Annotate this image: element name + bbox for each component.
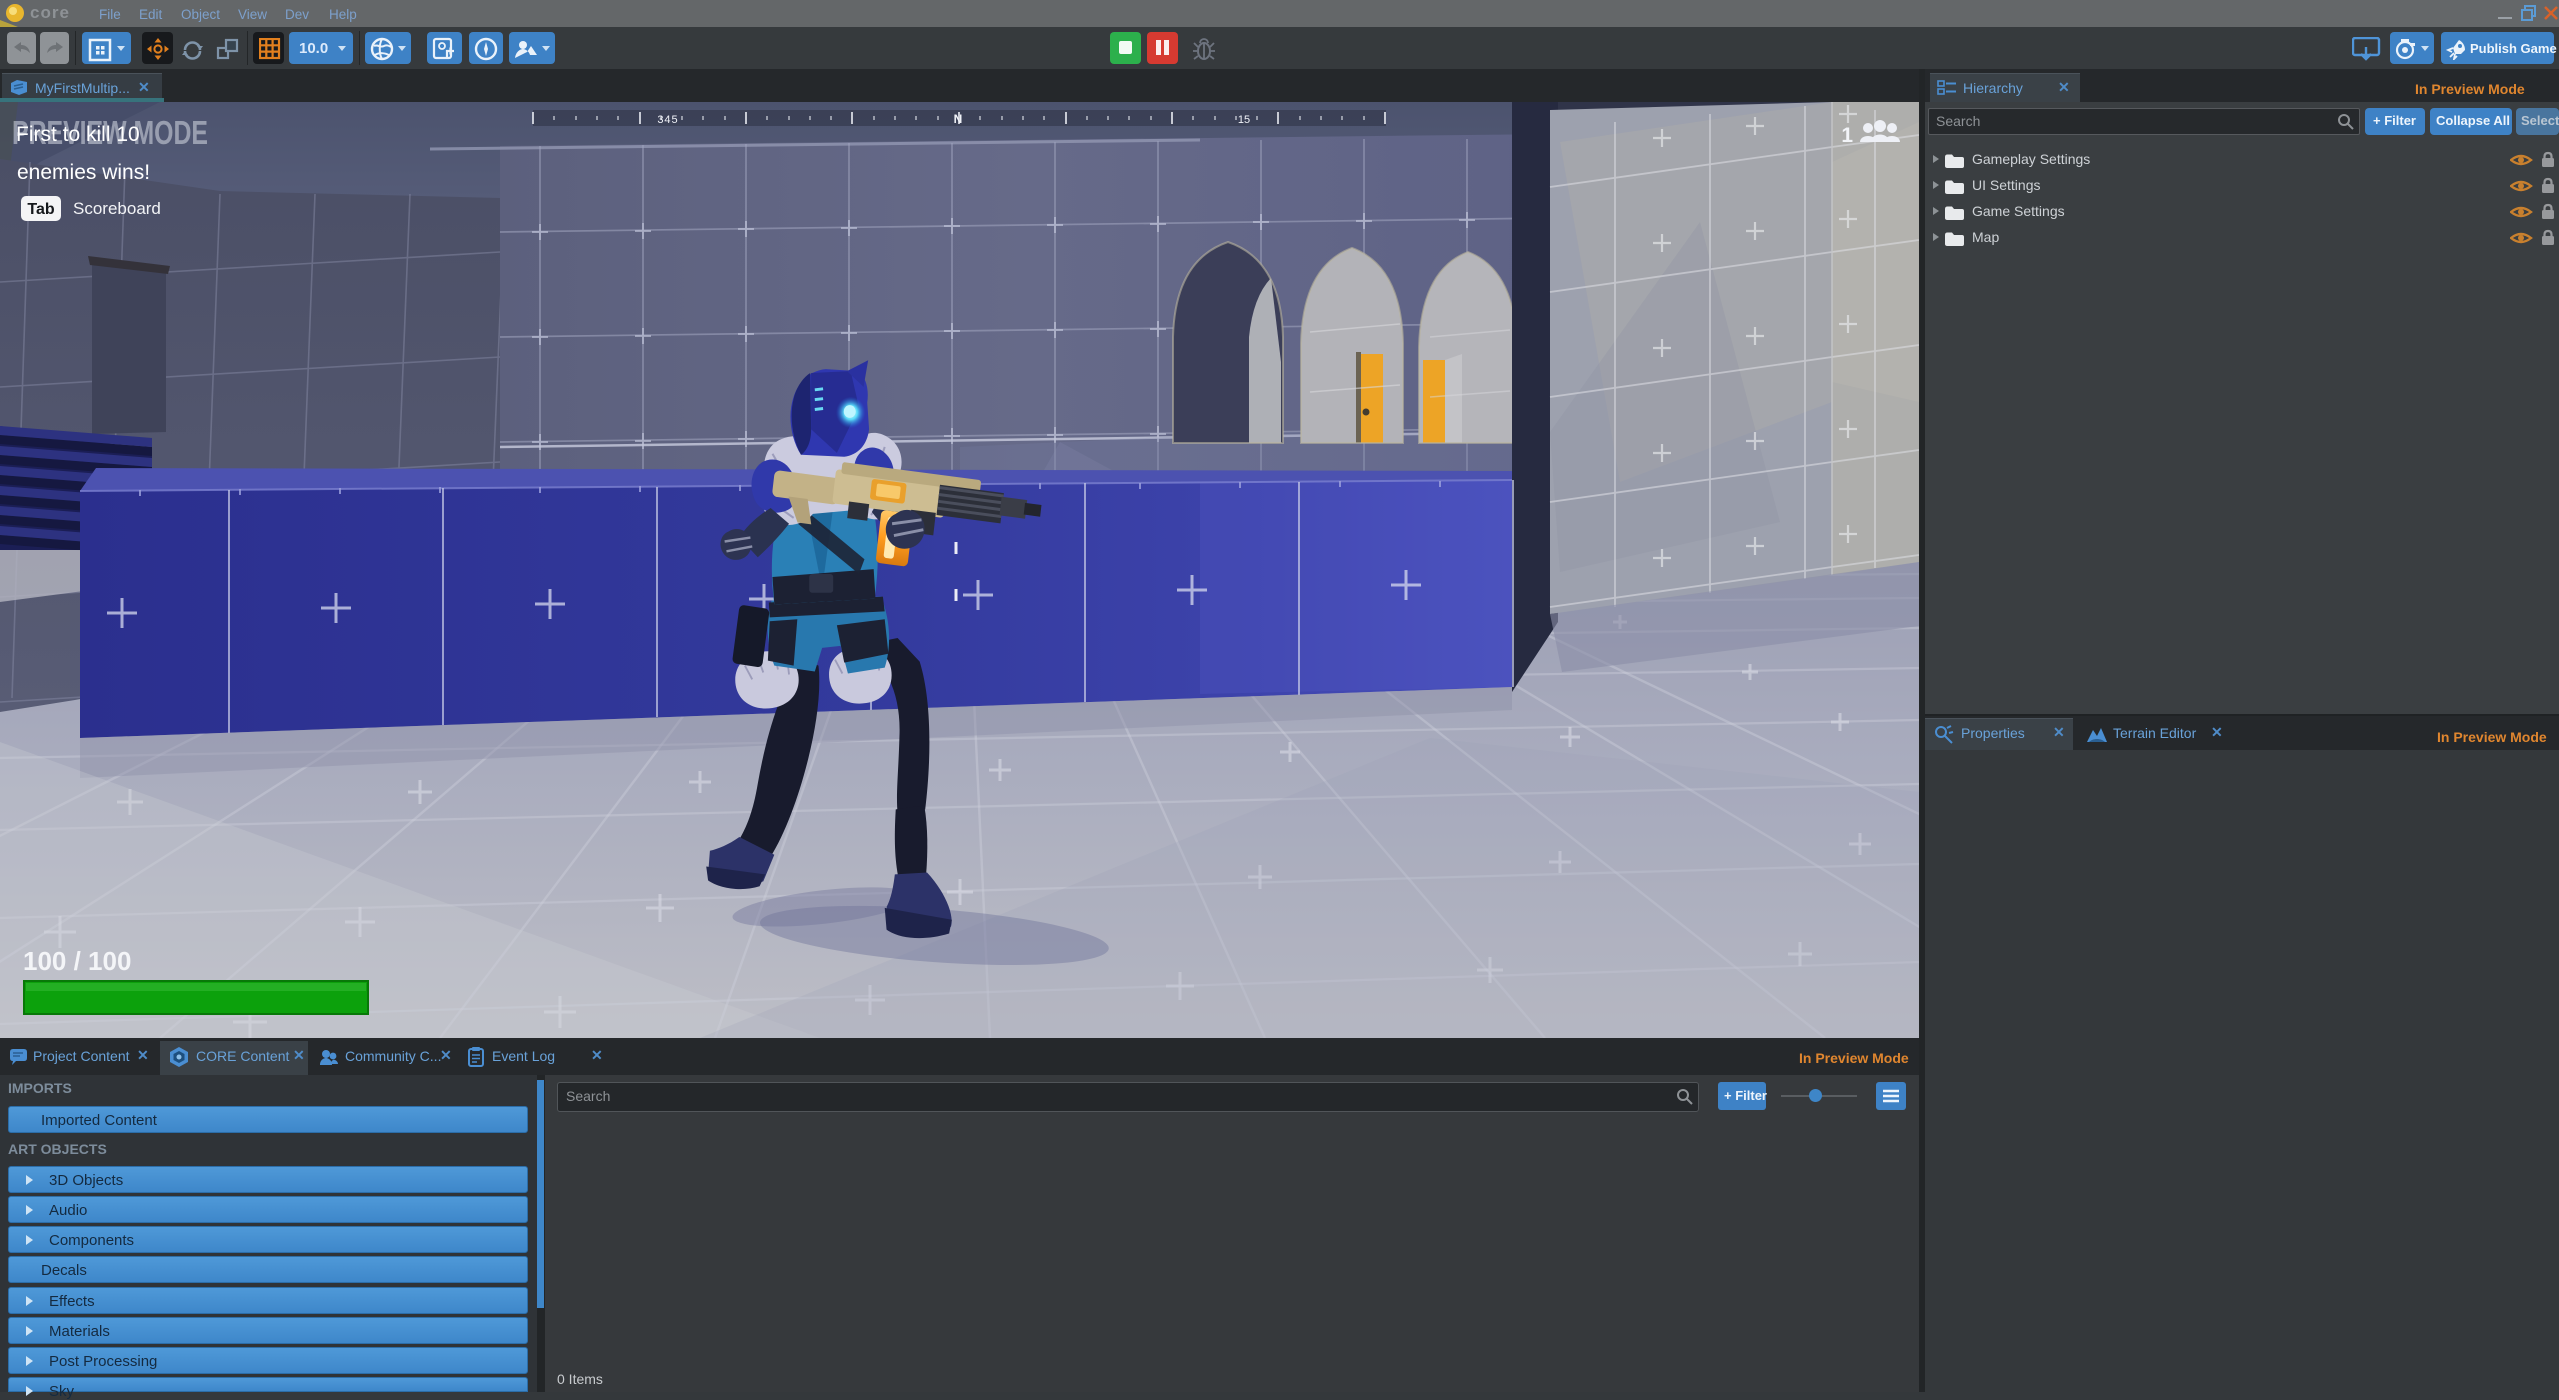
svg-text:15: 15 [1238, 114, 1250, 126]
svg-text:1: 1 [1841, 124, 1853, 147]
svg-text:First to kill 10: First to kill 10 [16, 123, 140, 146]
svg-text:Tab: Tab [27, 201, 54, 218]
svg-text:N: N [954, 112, 963, 126]
svg-text:Scoreboard: Scoreboard [73, 199, 161, 218]
svg-text:100 / 100: 100 / 100 [23, 946, 131, 976]
svg-text:345: 345 [657, 114, 678, 126]
svg-text:enemies wins!: enemies wins! [17, 161, 150, 184]
